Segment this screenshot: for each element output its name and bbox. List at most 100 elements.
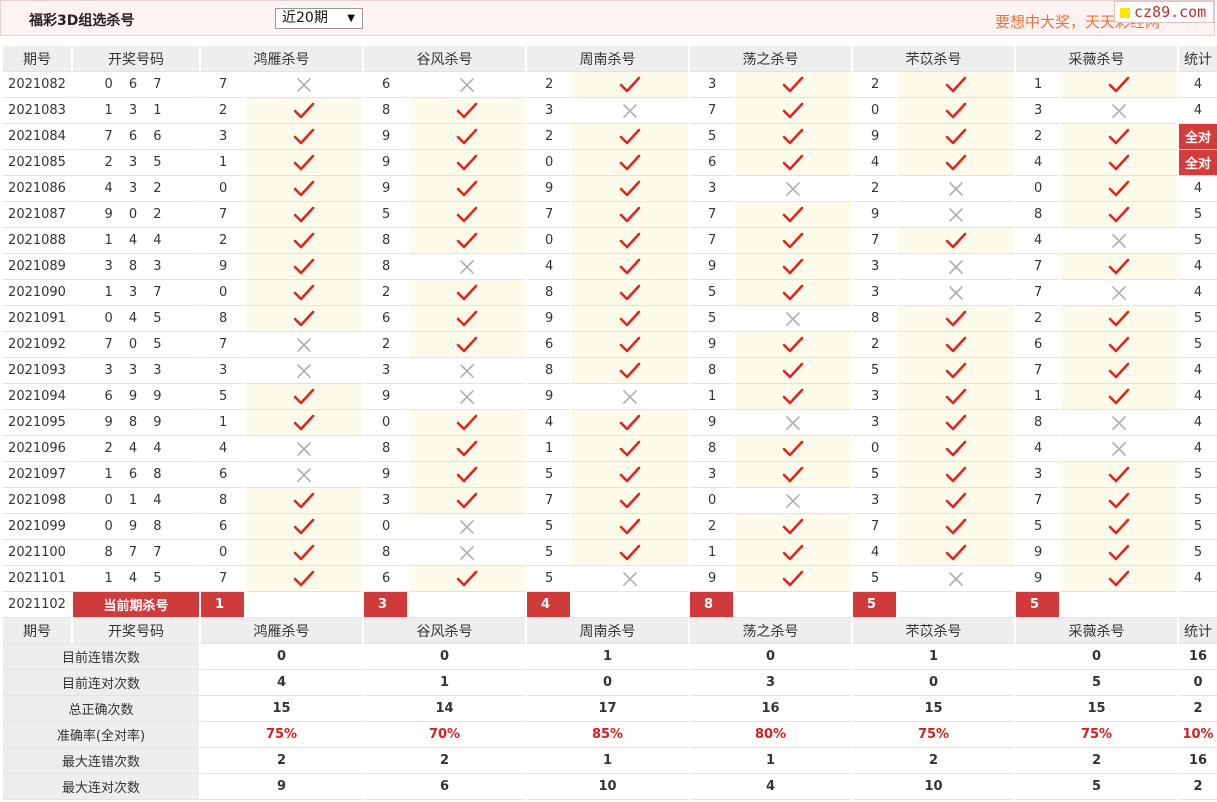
kill-number-fuyi: 3 [853,384,896,410]
period-select[interactable]: 近20期 ▼ [275,8,363,29]
stat-count: 4 [1179,566,1217,592]
stats-value-hongyan: 75% [201,722,362,748]
check-icon [782,76,804,92]
result-fuyi [898,540,1014,566]
draw-numbers: 0 9 8 [73,514,199,540]
kill-number-hongyan: 7 [201,332,244,358]
stats-header-row: 期号 开奖号码 鸿雁杀号 谷风杀号 周南杀号 荡之杀号 芣苡杀号 采薇杀号 统计 [3,618,1217,644]
kill-number-caiwei: 8 [1016,410,1059,436]
stats-header-draw: 开奖号码 [73,618,199,644]
kill-number-hongyan: 3 [201,124,244,150]
result-zhounan [572,384,688,410]
cross-icon [296,337,312,352]
check-icon [1108,544,1130,560]
kill-number-caiwei: 6 [1016,332,1059,358]
result-gufeng [409,280,525,306]
stats-label: 目前连对次数 [3,670,199,696]
cross-icon [296,441,312,456]
result-fuyi [898,280,1014,306]
result-dangzhi [735,98,851,124]
chevron-down-icon: ▼ [347,13,355,24]
kill-number-gufeng: 2 [364,280,407,306]
kill-number-gufeng: 8 [364,436,407,462]
check-icon [619,154,641,170]
stats-header-issue: 期号 [3,618,71,644]
kill-number-hongyan: 1 [201,150,244,176]
result-caiwei [1061,566,1177,592]
result-caiwei [1061,540,1177,566]
table-row: 2021083 1 3 12 8 3 7 0 3 4 [3,98,1217,124]
kill-number-dangzhi: 1 [690,384,733,410]
result-caiwei [1061,488,1177,514]
draw-numbers: 3 8 3 [73,254,199,280]
current-issue-row: 2021102 当前期杀号 1 3 4 8 5 5 [3,592,1217,618]
check-icon [293,414,315,430]
header-stat: 统计 [1179,46,1217,72]
check-icon [293,518,315,534]
kill-number-caiwei: 2 [1016,124,1059,150]
result-fuyi [898,566,1014,592]
check-icon [619,128,641,144]
check-icon [619,232,641,248]
kill-number-caiwei: 5 [1016,514,1059,540]
check-icon [782,258,804,274]
result-fuyi [898,176,1014,202]
current-kill-spacer [735,592,851,618]
kill-number-zhounan: 9 [527,306,570,332]
stats-value-total: 16 [1179,644,1217,670]
kill-number-fuyi: 3 [853,410,896,436]
result-gufeng [409,150,525,176]
check-icon [945,232,967,248]
check-icon [619,518,641,534]
cross-icon [459,259,475,274]
kill-number-hongyan: 6 [201,514,244,540]
stat-count: 5 [1179,306,1217,332]
stat-count: 5 [1179,462,1217,488]
result-hongyan [246,254,362,280]
result-zhounan [572,124,688,150]
result-hongyan [246,514,362,540]
result-zhounan [572,540,688,566]
kill-number-dangzhi: 2 [690,514,733,540]
check-icon [293,284,315,300]
stats-label: 目前连错次数 [3,644,199,670]
kill-number-hongyan: 5 [201,384,244,410]
stats-header-dangzhi: 荡之杀号 [690,618,851,644]
kill-number-gufeng: 2 [364,332,407,358]
check-icon [1108,492,1130,508]
site-logo[interactable]: cz89.com [1114,1,1214,23]
kill-number-gufeng: 6 [364,72,407,98]
kill-number-zhounan: 5 [527,566,570,592]
header-hongyan: 鸿雁杀号 [201,46,362,72]
cross-icon [1111,415,1127,430]
result-zhounan [572,332,688,358]
check-icon [782,102,804,118]
check-icon [619,414,641,430]
current-kill-caiwei: 5 [1016,592,1059,618]
page-header: 福彩3D组选杀号 近20期 ▼ 要想中大奖，天天彩经网 cz89.com [0,0,1215,36]
header-caiwei: 采薇杀号 [1016,46,1177,72]
kill-number-fuyi: 3 [853,280,896,306]
check-icon [456,206,478,222]
table-header-row: 期号 开奖号码 鸿雁杀号 谷风杀号 周南杀号 荡之杀号 芣苡杀号 采薇杀号 统计 [3,46,1217,72]
check-icon [945,76,967,92]
current-kill-label: 当前期杀号 [73,592,199,618]
kill-number-zhounan: 7 [527,488,570,514]
stat-count: 5 [1179,514,1217,540]
result-caiwei [1061,436,1177,462]
stats-value-gufeng: 0 [364,644,525,670]
result-dangzhi [735,332,851,358]
result-zhounan [572,410,688,436]
stats-value-fuyi: 1 [853,644,1014,670]
kill-number-dangzhi: 9 [690,332,733,358]
draw-numbers: 1 6 8 [73,462,199,488]
stats-value-fuyi: 75% [853,722,1014,748]
table-row: 2021101 1 4 57 6 5 9 5 9 4 [3,566,1217,592]
table-row: 2021086 4 3 20993204 [3,176,1217,202]
result-zhounan [572,98,688,124]
result-dangzhi [735,462,851,488]
check-icon [782,362,804,378]
kill-number-caiwei: 7 [1016,488,1059,514]
kill-number-fuyi: 2 [853,176,896,202]
kill-number-zhounan: 1 [527,436,570,462]
